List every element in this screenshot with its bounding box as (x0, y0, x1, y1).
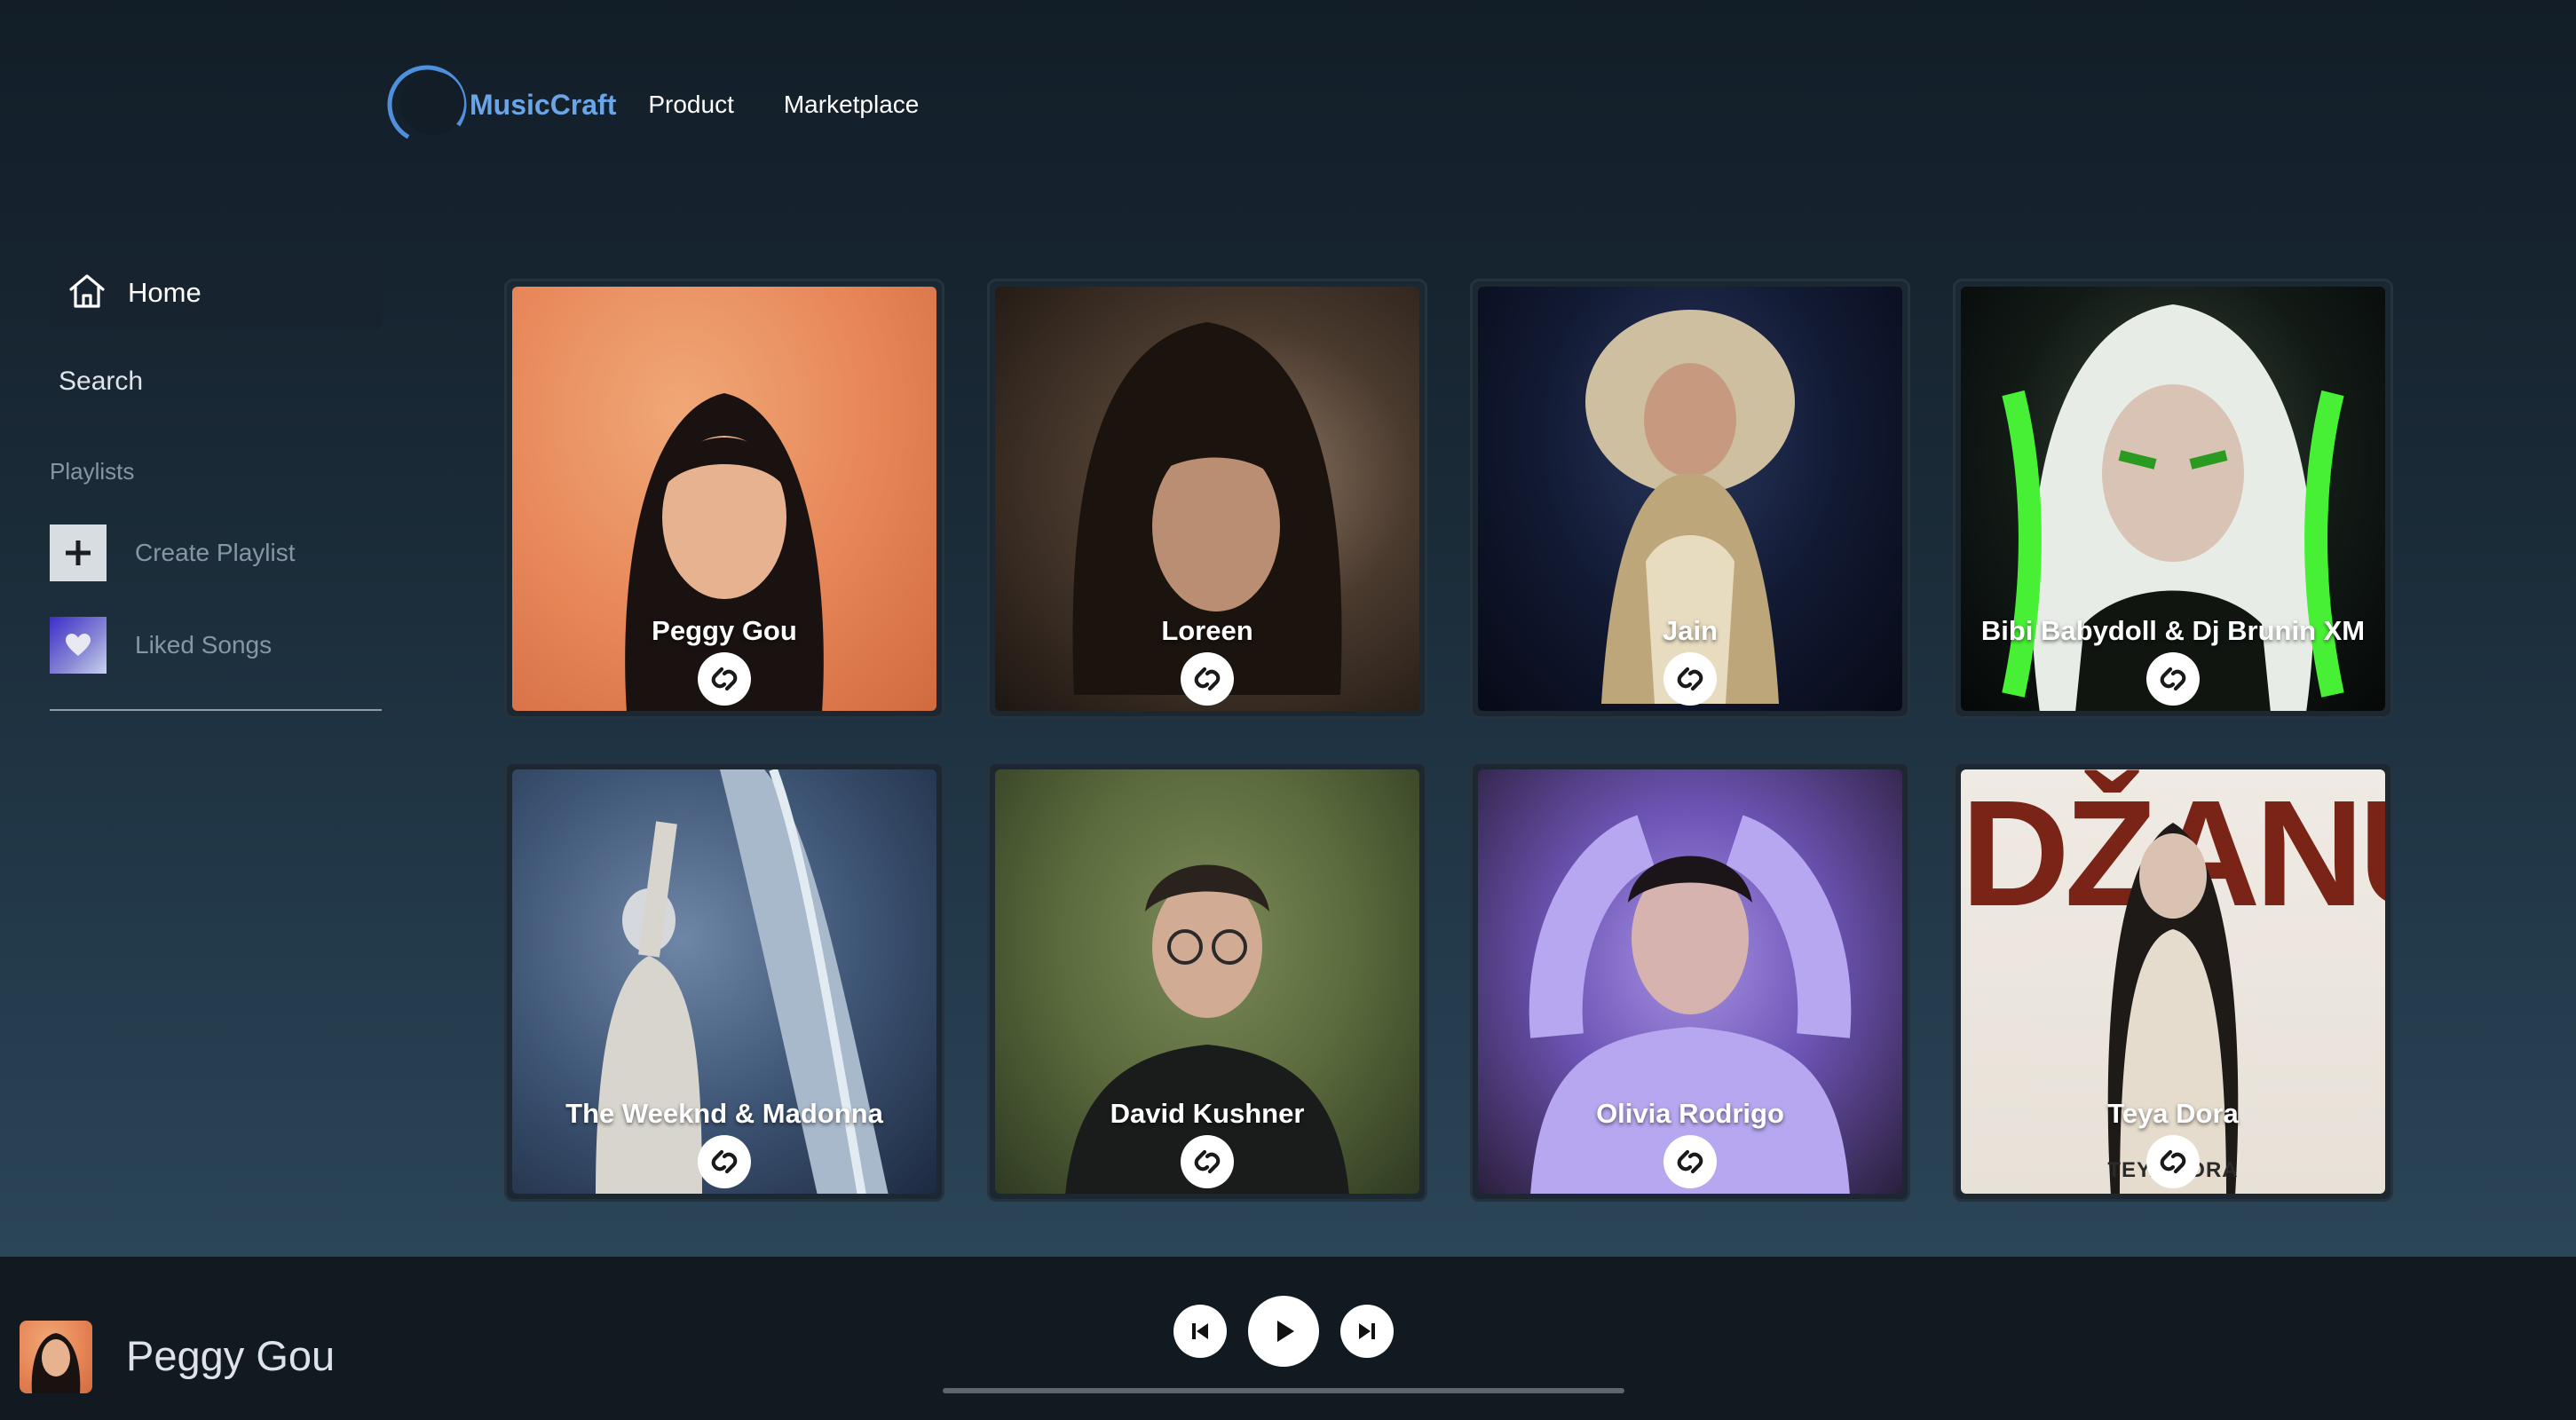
sidebar-item-home[interactable]: Home (50, 256, 382, 330)
shazam-icon[interactable] (1663, 652, 1717, 706)
play-button[interactable] (1248, 1296, 1319, 1367)
album-art: DŽANUM TEYA DORA Teya Dora (1961, 769, 2385, 1194)
artist-card[interactable]: Olivia Rodrigo (1470, 761, 1910, 1202)
album-art: Bibi Babydoll & Dj Brunin XM (1961, 287, 2385, 711)
artist-card[interactable]: DŽANUM TEYA DORA Teya Dora (1953, 761, 2393, 1202)
shazam-icon[interactable] (1181, 1135, 1234, 1188)
shazam-icon[interactable] (698, 1135, 751, 1188)
artist-card[interactable]: Bibi Babydoll & Dj Brunin XM (1953, 279, 2393, 719)
nav-product-link[interactable]: Product (648, 91, 734, 119)
previous-icon (1192, 1323, 1208, 1339)
plus-icon (50, 525, 107, 581)
artist-card[interactable]: Jain (1470, 279, 1910, 719)
artist-name: Loreen (1161, 615, 1253, 646)
artist-name: Bibi Babydoll & Dj Brunin XM (1980, 615, 2366, 646)
player-bar: Peggy Gou (0, 1257, 2576, 1420)
artist-card[interactable]: Loreen (987, 279, 1427, 719)
logo-icon[interactable] (386, 64, 468, 146)
nav-marketplace-link[interactable]: Marketplace (784, 91, 920, 119)
heart-icon (50, 617, 107, 674)
liked-songs-label: Liked Songs (135, 631, 273, 659)
play-icon (1277, 1321, 1294, 1342)
now-playing-thumbnail[interactable] (20, 1321, 92, 1393)
artist-card[interactable]: David Kushner (987, 761, 1427, 1202)
sidebar-item-label: Home (128, 277, 201, 308)
artist-grid: Peggy Gou Loreen Jain Bibi Babydoll & Dj… (504, 279, 2393, 1202)
playlists-section-title: Playlists (50, 458, 135, 485)
album-art: Loreen (995, 287, 1419, 711)
album-art: Peggy Gou (512, 287, 936, 711)
brand-name[interactable]: MusicCraft (470, 89, 616, 122)
artist-name: Peggy Gou (652, 615, 797, 646)
now-playing-title: Peggy Gou (126, 1332, 336, 1379)
shazam-icon[interactable] (2146, 652, 2200, 706)
shazam-icon[interactable] (698, 652, 751, 706)
artist-card[interactable]: The Weeknd & Madonna (504, 761, 944, 1202)
album-art: Olivia Rodrigo (1478, 769, 1902, 1194)
sidebar-divider (50, 709, 382, 711)
shazam-icon[interactable] (1663, 1135, 1717, 1188)
sidebar-item-search[interactable]: Search (50, 357, 382, 406)
shazam-icon[interactable] (2146, 1135, 2200, 1188)
progress-bar[interactable] (943, 1388, 1624, 1393)
shazam-icon[interactable] (1181, 652, 1234, 706)
liked-songs-item[interactable]: Liked Songs (50, 617, 382, 674)
album-art: David Kushner (995, 769, 1419, 1194)
next-icon (1359, 1323, 1375, 1339)
artist-name: Teya Dora (2107, 1098, 2239, 1129)
previous-button[interactable] (1173, 1305, 1227, 1358)
create-playlist-button[interactable]: Create Playlist (50, 525, 382, 581)
artist-name: Jain (1662, 615, 1719, 646)
top-header: MusicCraft Product Marketplace (386, 62, 919, 147)
album-art: Jain (1478, 287, 1902, 711)
next-button[interactable] (1340, 1305, 1394, 1358)
home-icon (66, 270, 108, 317)
artist-name: The Weeknd & Madonna (565, 1098, 883, 1129)
artist-card[interactable]: Peggy Gou (504, 279, 944, 719)
artist-name: Olivia Rodrigo (1596, 1098, 1784, 1129)
create-playlist-label: Create Playlist (135, 539, 296, 566)
artist-name: David Kushner (1110, 1098, 1305, 1129)
sidebar: Home Search Playlists Create Playlist Li… (50, 256, 382, 711)
album-art: The Weeknd & Madonna (512, 769, 936, 1194)
